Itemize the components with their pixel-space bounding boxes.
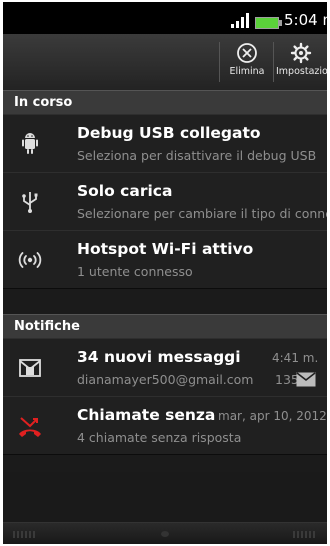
notification-hotspot[interactable]: Hotspot Wi-Fi attivo 1 utente connesso — [3, 230, 327, 289]
notification-title: Chiamate senza — [77, 406, 216, 424]
section-title: In corso — [14, 95, 73, 110]
notification-title: Hotspot Wi-Fi attivo — [77, 240, 254, 258]
delete-label: Elimina — [229, 66, 265, 77]
empty-area — [3, 472, 327, 522]
mail-icon — [19, 359, 41, 377]
notification-time: mar, apr 10, 2012 — [218, 409, 327, 423]
notification-usb-debug[interactable]: Debug USB collegato Seleziona per disatt… — [3, 114, 327, 173]
grip-right — [293, 531, 317, 538]
notification-time: 4:41 m. — [272, 351, 319, 365]
notification-subtitle: Selezionare per cambiare il tipo di conn… — [77, 206, 327, 221]
notification-missed-calls[interactable]: Chiamate senza mar, apr 10, 2012 4 chiam… — [3, 396, 327, 455]
notification-title: Debug USB collegato — [77, 124, 261, 142]
gear-icon — [290, 42, 312, 64]
battery-icon — [255, 17, 282, 29]
missed-call-icon — [19, 417, 41, 437]
wifi-hotspot-icon — [18, 252, 42, 268]
notification-subtitle: 4 chiamate senza risposta — [77, 430, 242, 445]
android-debug-icon — [22, 133, 38, 154]
grip-center — [161, 531, 169, 537]
panel-handle[interactable] — [3, 522, 327, 544]
notification-charging[interactable]: Solo carica Selezionare per cambiare il … — [3, 172, 327, 231]
action-divider — [219, 42, 220, 82]
signal-icon — [231, 13, 249, 28]
close-circle-icon — [237, 43, 257, 63]
delete-button[interactable]: Elimina — [223, 38, 271, 88]
clock: 5:04 m. — [284, 11, 327, 29]
settings-label: Impostazioni — [276, 66, 327, 77]
notification-title: Solo carica — [77, 182, 173, 200]
section-title: Notifiche — [14, 319, 80, 334]
section-header-notifications: Notifiche — [3, 314, 327, 340]
notification-subtitle: Seleziona per disattivare il debug USB — [77, 148, 317, 163]
settings-button[interactable]: Impostazioni — [275, 38, 327, 88]
notification-title: 34 nuovi messaggi — [77, 348, 241, 366]
action-bar: Elimina Impostazioni — [3, 34, 327, 91]
action-divider — [273, 42, 274, 82]
notification-subtitle: dianamayer500@gmail.com — [77, 372, 254, 387]
status-bar: 5:04 m. — [3, 2, 327, 34]
grip-left — [13, 531, 37, 538]
notification-mail[interactable]: 34 nuovi messaggi 4:41 m. dianamayer500@… — [3, 338, 327, 397]
notification-subtitle: 1 utente connesso — [77, 264, 193, 279]
usb-icon — [22, 192, 38, 213]
notification-panel: 5:04 m. Elimina Im — [3, 2, 327, 544]
mail-small-icon — [296, 372, 316, 387]
section-header-ongoing: In corso — [3, 90, 327, 116]
